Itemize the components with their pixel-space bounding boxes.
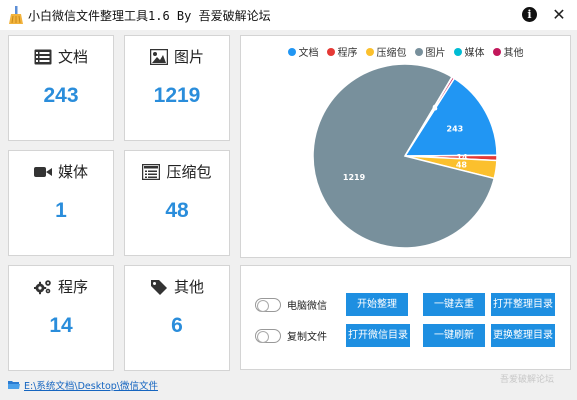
card-label: 其他 (173, 278, 204, 296)
card-label: 压缩包 (166, 163, 212, 181)
title-bar: 小白微信文件整理工具1.6 By 吾爱破解论坛 i ✕ (0, 0, 577, 30)
start-sort-button[interactable]: 开始整理 (346, 293, 408, 316)
card-label: 图片 (173, 48, 204, 66)
refresh-button[interactable]: 一键刷新 (423, 324, 485, 347)
card-value: 48 (165, 199, 189, 222)
card-value: 1219 (153, 84, 201, 107)
change-sort-dir-button[interactable]: 更换整理目录 (491, 324, 555, 347)
pie-data-label: 48 (456, 160, 468, 169)
card-images: 图片 1219 (124, 35, 230, 141)
window-title: 小白微信文件整理工具1.6 By 吾爱破解论坛 (28, 9, 271, 23)
toggle-row-pc-wechat: 电脑微信 (255, 297, 327, 312)
wechat-path-link[interactable]: E:\系统文档\Desktop\微信文件 (24, 378, 158, 392)
document-list-icon (34, 49, 52, 64)
pie-data-label: 243 (447, 124, 464, 133)
video-camera-icon (33, 166, 52, 177)
card-value: 1 (55, 199, 67, 222)
gears-icon (33, 279, 51, 294)
open-wechat-dir-button[interactable]: 打开微信目录 (346, 324, 410, 347)
pc-wechat-label: 电脑微信 (287, 301, 327, 312)
watermark: 吾爱破解论坛 (500, 375, 555, 385)
copy-files-toggle[interactable] (255, 328, 281, 343)
info-icon[interactable]: i (522, 7, 537, 22)
dedupe-button[interactable]: 一键去重 (423, 293, 485, 316)
card-label: 文档 (57, 48, 88, 66)
card-others: 其他 6 (124, 265, 230, 371)
controls-panel: 电脑微信 复制文件 开始整理 一键去重 打开整理目录 打开微信目录 一键刷新 更… (240, 265, 571, 370)
pc-wechat-toggle[interactable] (255, 297, 281, 312)
card-media: 媒体 1 (8, 150, 114, 256)
archive-list-icon (142, 163, 161, 180)
card-label: 媒体 (57, 163, 88, 181)
open-sort-dir-button[interactable]: 打开整理目录 (491, 293, 555, 316)
copy-files-label: 复制文件 (287, 332, 327, 343)
pie-data-label: 1219 (343, 173, 366, 182)
card-label: 程序 (57, 278, 88, 296)
pie-data-label: 6 (432, 103, 438, 112)
image-icon (149, 48, 168, 65)
chart-panel: 文档 程序 压缩包 图片 媒体 其他 243 14 48 1219 6 (240, 35, 571, 258)
path-row: E:\系统文档\Desktop\微信文件 (8, 378, 158, 392)
folder-icon (8, 381, 20, 389)
card-value: 14 (49, 314, 73, 337)
tag-icon (150, 279, 167, 295)
close-icon[interactable]: ✕ (548, 4, 570, 26)
card-programs: 程序 14 (8, 265, 114, 371)
pie-chart: 243144812196 (312, 63, 498, 249)
card-value: 6 (171, 314, 183, 337)
card-value: 243 (43, 84, 79, 107)
toggle-row-copy-files: 复制文件 (255, 328, 327, 343)
broom-icon (9, 6, 23, 24)
card-archives: 压缩包 48 (124, 150, 230, 256)
card-docs: 文档 243 (8, 35, 114, 141)
